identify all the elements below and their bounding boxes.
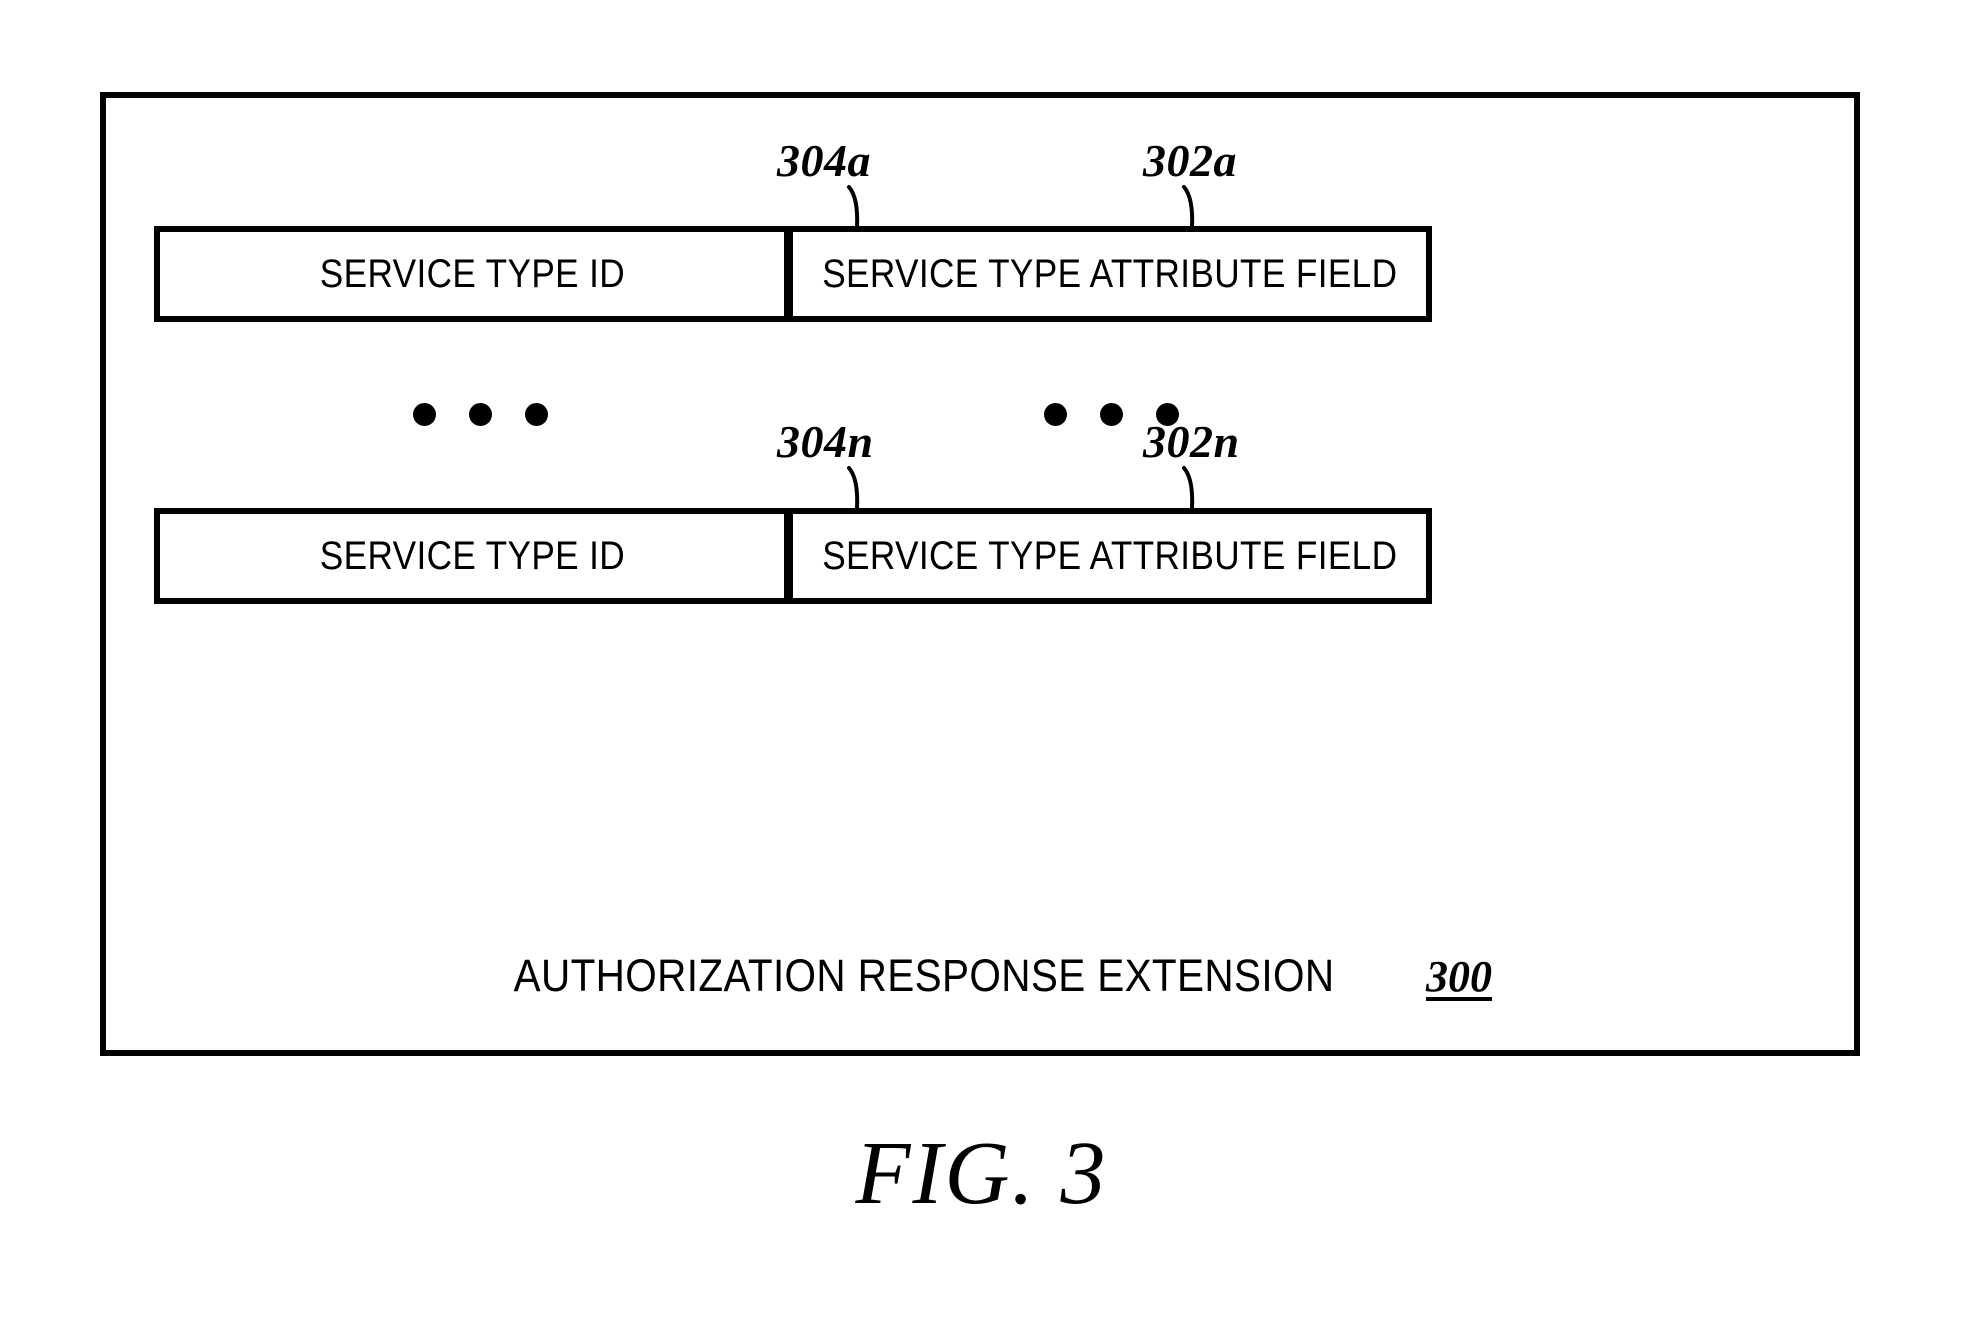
frame-reference-numeral: 300 (1426, 952, 1493, 1001)
service-type-attribute-field-label: SERVICE TYPE ATTRIBUTE FIELD (821, 533, 1398, 578)
authorization-response-extension-frame: 304a 302a SERVICE TYPE ID SERVICE TYPE A… (100, 92, 1860, 1056)
callout-304a: 304a (777, 135, 871, 186)
callout-302a: 302a (1143, 135, 1237, 186)
callout-302n: 302n (1143, 416, 1240, 467)
leader-line-304n-icon (846, 466, 872, 510)
packet-row[interactable]: SERVICE TYPE ID SERVICE TYPE ATTRIBUTE F… (154, 508, 1442, 614)
ellipsis-dot (469, 403, 492, 426)
figure-number-label: FIG. 3 (855, 1124, 1108, 1223)
service-type-id-label: SERVICE TYPE ID (319, 251, 625, 296)
service-type-id-cell[interactable]: SERVICE TYPE ID (154, 508, 790, 604)
service-type-id-cell[interactable]: SERVICE TYPE ID (154, 226, 790, 322)
ellipsis-dots-left (413, 403, 548, 426)
leader-line-304a-icon (846, 185, 872, 229)
frame-caption-text: AUTHORIZATION RESPONSE EXTENSION (513, 950, 1335, 1001)
service-type-id-label: SERVICE TYPE ID (319, 533, 625, 578)
service-type-attribute-field-cell[interactable]: SERVICE TYPE ATTRIBUTE FIELD (790, 508, 1432, 604)
packet-row[interactable]: SERVICE TYPE ID SERVICE TYPE ATTRIBUTE F… (154, 226, 1442, 332)
leader-line-302a-icon (1181, 185, 1207, 229)
ellipsis-dot (413, 403, 436, 426)
callout-304n: 304n (777, 416, 874, 467)
service-type-attribute-field-label: SERVICE TYPE ATTRIBUTE FIELD (821, 251, 1398, 296)
leader-line-302n-icon (1181, 466, 1207, 510)
patent-figure-page: { "figure": { "number_label": "FIG. 3", … (0, 0, 1963, 1328)
service-type-attribute-field-cell[interactable]: SERVICE TYPE ATTRIBUTE FIELD (790, 226, 1432, 322)
ellipsis-dot (1100, 403, 1123, 426)
frame-caption: AUTHORIZATION RESPONSE EXTENSION 300 (106, 950, 1854, 1002)
ellipsis-dot (1044, 403, 1067, 426)
ellipsis-dot (525, 403, 548, 426)
